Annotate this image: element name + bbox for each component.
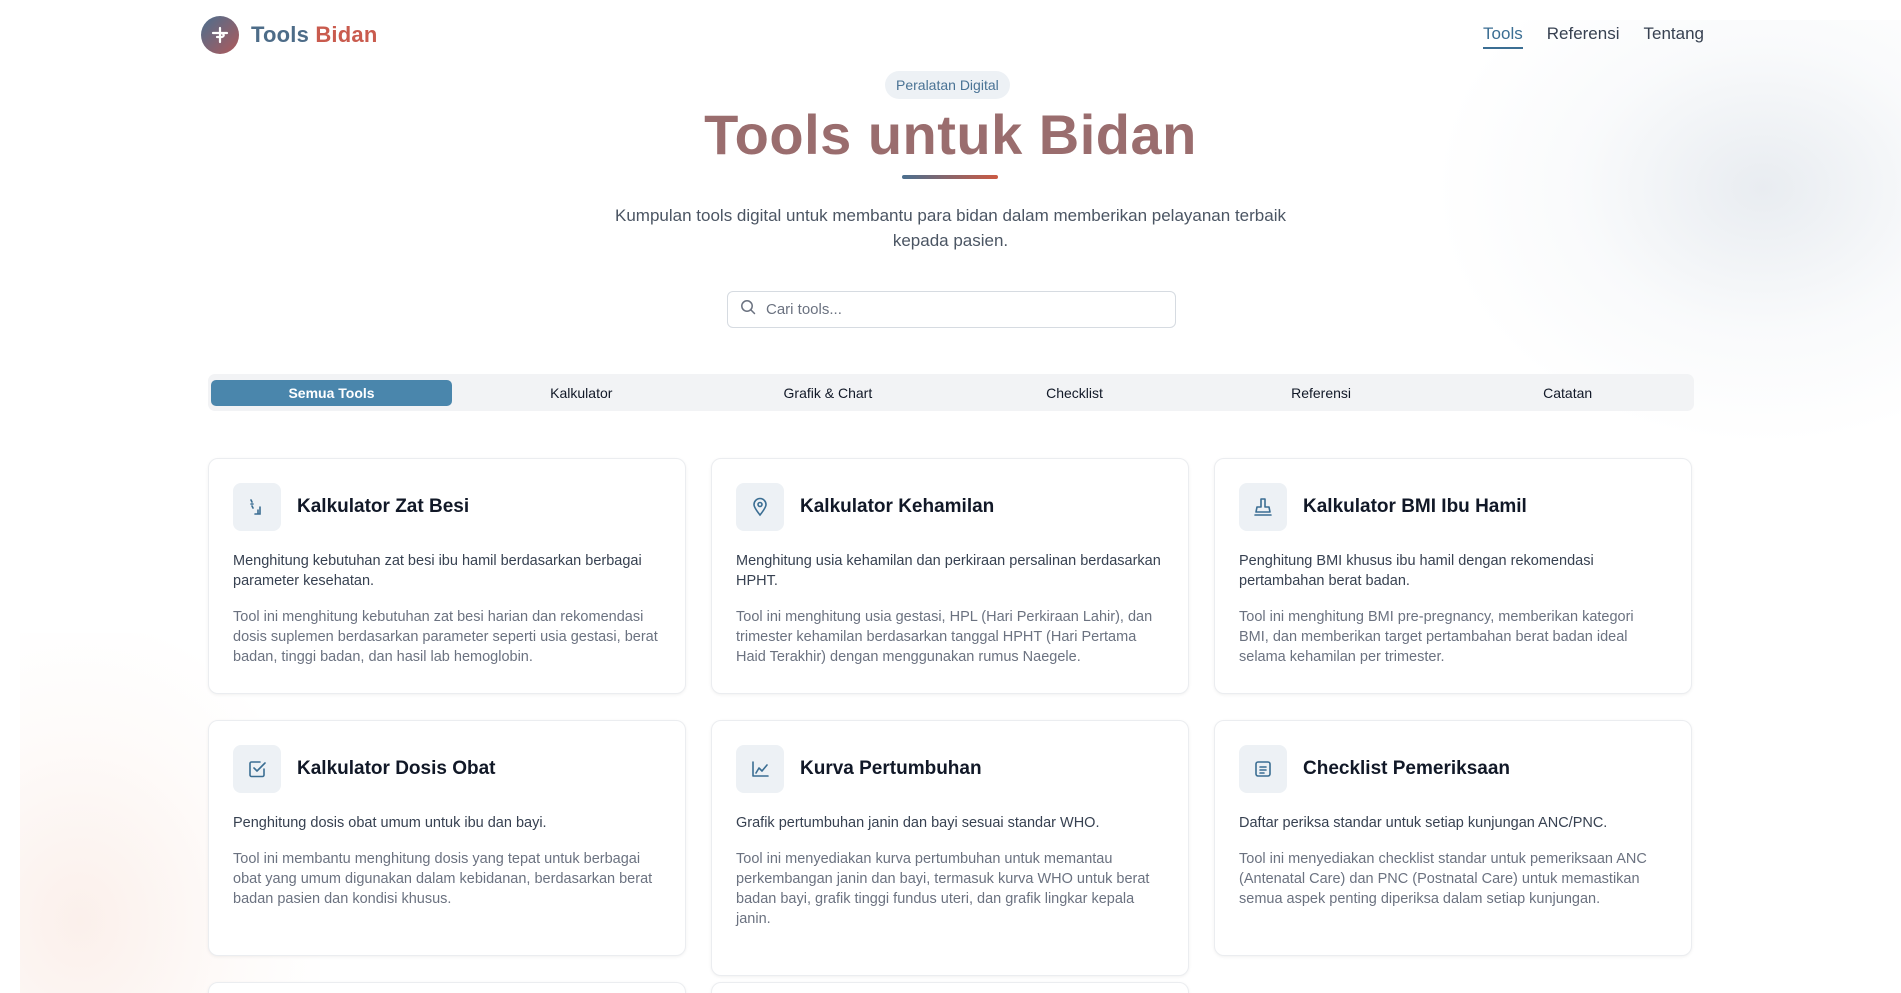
card-detail: Tool ini membantu menghitung dosis yang … — [233, 851, 653, 907]
card-description: Penghitung dosis obat umum untuk ibu dan… — [233, 815, 547, 831]
card-description: Daftar periksa standar untuk setiap kunj… — [1239, 815, 1608, 831]
title-underline — [902, 175, 998, 179]
category-tabs: Semua Tools Kalkulator Grafik & Chart Ch… — [208, 374, 1694, 411]
tab-referensi[interactable]: Referensi — [1198, 380, 1445, 406]
nav-item-tools[interactable]: Tools — [1483, 24, 1523, 49]
tab-semua-tools[interactable]: Semua Tools — [211, 379, 452, 406]
tool-card-kehamilan[interactable]: Kalkulator Kehamilan Menghitung usia keh… — [711, 458, 1189, 694]
line-chart-icon — [736, 745, 784, 793]
tab-grafik-chart[interactable]: Grafik & Chart — [705, 380, 952, 406]
card-title: Kalkulator Kehamilan — [800, 496, 995, 517]
tab-kalkulator[interactable]: Kalkulator — [458, 380, 705, 406]
stethoscope-logo-icon — [201, 16, 239, 54]
brand-part-2: Bidan — [315, 22, 378, 47]
search-box — [727, 291, 1176, 328]
hero-badge: Peralatan Digital — [885, 71, 1010, 99]
card-title: Checklist Pemeriksaan — [1303, 758, 1511, 779]
map-pin-icon — [736, 483, 784, 531]
tool-card-zat-besi[interactable]: Kalkulator Zat Besi Menghitung kebutuhan… — [208, 458, 686, 694]
scale-icon — [1239, 483, 1287, 531]
page-title: Tools untuk Bidan — [704, 103, 1197, 166]
card-description: Menghitung usia kehamilan dan perkiraan … — [736, 553, 1161, 589]
card-detail: Tool ini menyediakan checklist standar u… — [1239, 851, 1647, 907]
tool-card-partial[interactable] — [208, 982, 686, 993]
main-nav: Tools Referensi Tentang — [1483, 24, 1704, 49]
brand-link[interactable]: Tools Bidan — [201, 16, 377, 54]
card-description: Menghitung kebutuhan zat besi ibu hamil … — [233, 553, 642, 589]
card-detail: Tool ini menghitung kebutuhan zat besi h… — [233, 609, 658, 665]
search-input[interactable] — [766, 301, 1146, 318]
card-description: Penghitung BMI khusus ibu hamil dengan r… — [1239, 553, 1594, 589]
card-title: Kalkulator Zat Besi — [297, 496, 470, 517]
card-title: Kurva Pertumbuhan — [800, 758, 982, 779]
site-header: Tools Bidan Tools Referensi Tentang — [0, 0, 1901, 70]
tool-card-bmi[interactable]: Kalkulator BMI Ibu Hamil Penghitung BMI … — [1214, 458, 1692, 694]
brand-name: Tools Bidan — [251, 22, 377, 48]
card-title: Kalkulator BMI Ibu Hamil — [1303, 496, 1527, 517]
pill-bottle-icon — [233, 483, 281, 531]
card-detail: Tool ini menyediakan kurva pertumbuhan u… — [736, 851, 1150, 927]
card-detail: Tool ini menghitung BMI pre-pregnancy, m… — [1239, 609, 1634, 665]
search-icon — [740, 299, 756, 320]
list-icon — [1239, 745, 1287, 793]
tab-catatan[interactable]: Catatan — [1444, 380, 1691, 406]
nav-item-referensi[interactable]: Referensi — [1547, 24, 1620, 49]
card-title: Kalkulator Dosis Obat — [297, 758, 496, 779]
brand-part-1: Tools — [251, 22, 310, 47]
card-detail: Tool ini menghitung usia gestasi, HPL (H… — [736, 609, 1153, 665]
tool-card-partial[interactable] — [711, 982, 1189, 993]
check-square-icon — [233, 745, 281, 793]
tool-card-checklist[interactable]: Checklist Pemeriksaan Daftar periksa sta… — [1214, 720, 1692, 956]
card-description: Grafik pertumbuhan janin dan bayi sesuai… — [736, 815, 1100, 831]
tool-card-kurva[interactable]: Kurva Pertumbuhan Grafik pertumbuhan jan… — [711, 720, 1189, 976]
tab-checklist[interactable]: Checklist — [951, 380, 1198, 406]
tool-card-dosis-obat[interactable]: Kalkulator Dosis Obat Penghitung dosis o… — [208, 720, 686, 956]
nav-item-tentang[interactable]: Tentang — [1644, 24, 1705, 49]
page-subtitle: Kumpulan tools digital untuk membantu pa… — [615, 206, 1286, 250]
